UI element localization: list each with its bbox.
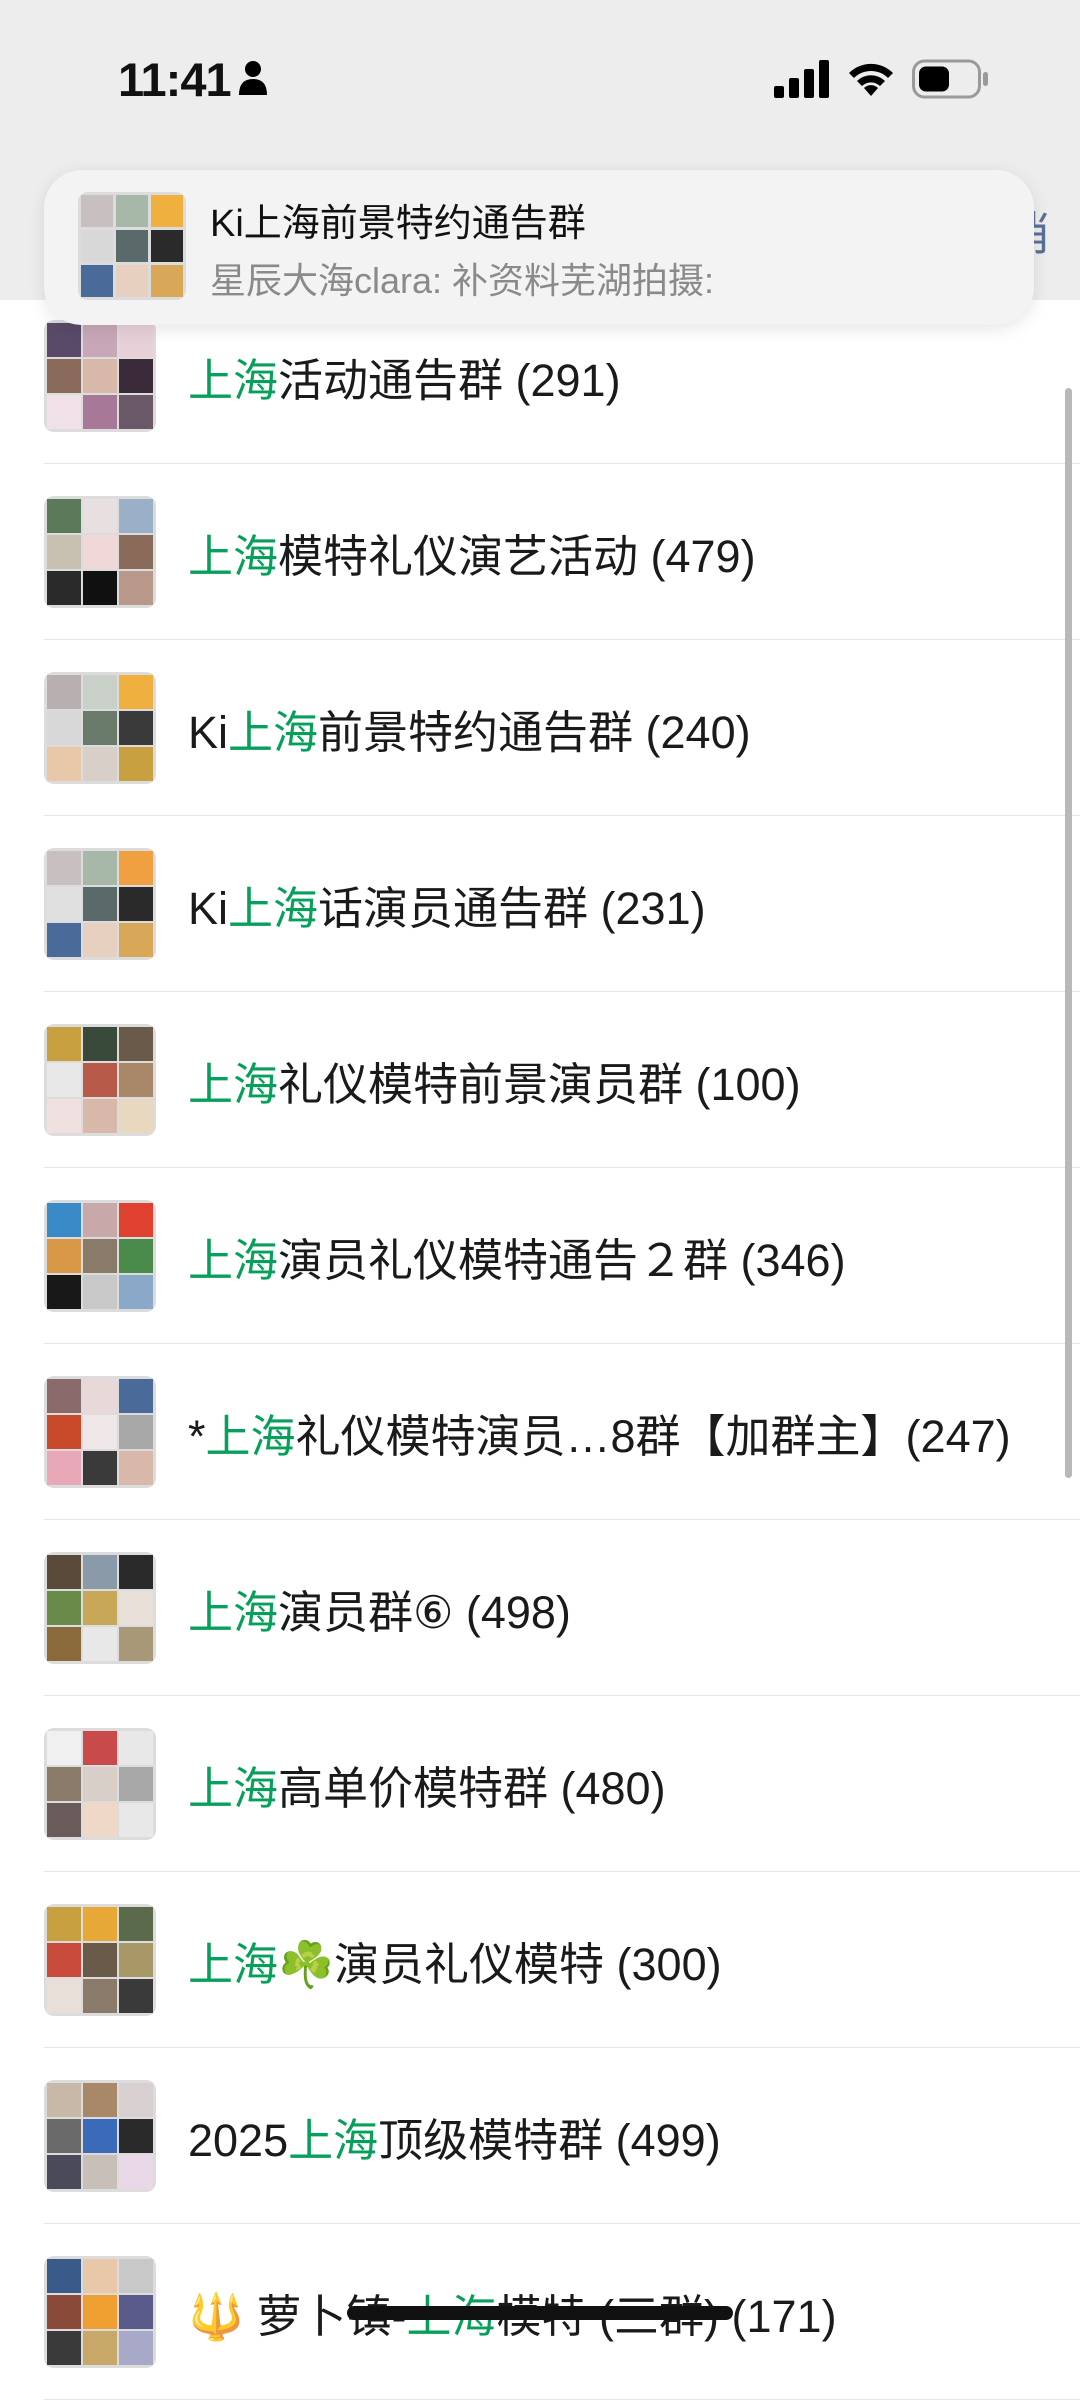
group-name-text: 2025 [188, 2115, 289, 2166]
group-name: 上海高单价模特群 (480) [188, 1752, 666, 1817]
status-time: 11:41 [118, 53, 232, 106]
group-avatar [44, 1904, 156, 2016]
group-avatar [44, 496, 156, 608]
group-name: 2025上海顶级模特群 (499) [188, 2104, 721, 2169]
notification-body: 星辰大海clara: 补资料芜湖拍摄: [210, 260, 715, 301]
group-name-text: 礼仪模特前景演员群 (100) [278, 1059, 801, 1110]
group-name: Ki上海话演员通告群 (231) [188, 872, 706, 937]
search-highlight: 上海 [188, 355, 279, 406]
group-avatar [44, 1376, 156, 1488]
group-avatar [44, 1024, 156, 1136]
group-row[interactable]: 上海☘️演员礼仪模特 (300) [0, 1872, 1080, 2048]
group-avatar [44, 1552, 156, 1664]
group-name: 上海活动通告群 (291) [188, 344, 621, 409]
wifi-icon [849, 63, 893, 96]
group-row[interactable]: 上海礼仪模特前景演员群 (100) [0, 992, 1080, 1168]
group-row[interactable]: 上海演员群⑥ (498) [0, 1520, 1080, 1696]
cellular-signal-icon [774, 60, 829, 98]
group-name-text: 前景特约通告群 (240) [318, 707, 751, 758]
group-name: *上海礼仪模特演员…8群【加群主】(247) [188, 1400, 1011, 1465]
search-highlight: 上海 [188, 1059, 279, 1110]
group-name: 上海模特礼仪演艺活动 (479) [188, 520, 756, 585]
group-name-text: ☘️演员礼仪模特 (300) [278, 1939, 722, 1990]
group-avatar [44, 1200, 156, 1312]
group-avatar [44, 672, 156, 784]
group-name-text: 活动通告群 (291) [278, 355, 621, 406]
group-row[interactable]: 2025上海顶级模特群 (499) [0, 2048, 1080, 2224]
battery-icon [912, 59, 988, 99]
search-highlight: 上海 [288, 2115, 379, 2166]
group-row[interactable]: 上海演员礼仪模特通告２群 (346) [0, 1168, 1080, 1344]
group-name-text: 模特礼仪演艺活动 (479) [278, 531, 756, 582]
group-avatar [44, 848, 156, 960]
group-avatar [44, 320, 156, 432]
search-highlight: 上海 [188, 1763, 279, 1814]
group-search-results: 上海活动通告群 (291) 上海模特礼仪演艺活动 (479) Ki上海前景特约通告群… [0, 288, 1080, 2400]
group-name: 上海演员礼仪模特通告２群 (346) [188, 1224, 846, 1289]
group-name: 上海☘️演员礼仪模特 (300) [188, 1928, 722, 1993]
group-name-text: 演员礼仪模特通告２群 (346) [278, 1235, 846, 1286]
group-name-text: 话演员通告群 (231) [318, 883, 706, 934]
group-name: Ki上海前景特约通告群 (240) [188, 696, 751, 761]
search-highlight: 上海 [228, 707, 319, 758]
notification-title: Ki上海前景特约通告群 [210, 203, 586, 245]
group-row[interactable]: 上海高单价模特群 (480) [0, 1696, 1080, 1872]
home-indicator[interactable] [347, 2306, 733, 2320]
group-name-text: 高单价模特群 (480) [278, 1763, 666, 1814]
group-name-text: 顶级模特群 (499) [378, 2115, 721, 2166]
group-name-text: Ki [188, 883, 229, 934]
group-row[interactable]: Ki上海话演员通告群 (231) [0, 816, 1080, 992]
group-row[interactable]: Ki上海前景特约通告群 (240) [0, 640, 1080, 816]
search-highlight: 上海 [188, 1235, 279, 1286]
message-notification-banner[interactable]: Ki上海前景特约通告群 星辰大海clara: 补资料芜湖拍摄: [44, 170, 1034, 325]
group-name-text: * [188, 1411, 206, 1462]
group-name: 上海演员群⑥ (498) [188, 1576, 571, 1641]
group-avatar [44, 2256, 156, 2368]
search-highlight: 上海 [228, 883, 319, 934]
group-row[interactable]: *上海礼仪模特演员…8群【加群主】(247) [0, 1344, 1080, 1520]
search-highlight: 上海 [188, 1939, 279, 1990]
group-row[interactable]: 上海模特礼仪演艺活动 (479) [0, 464, 1080, 640]
search-highlight: 上海 [188, 1587, 279, 1638]
group-name-text: 礼仪模特演员…8群【加群主】(247) [295, 1411, 1011, 1462]
scrollbar[interactable] [1065, 388, 1072, 1478]
search-highlight: 上海 [205, 1411, 296, 1462]
group-name: 上海礼仪模特前景演员群 (100) [188, 1048, 801, 1113]
person-icon [239, 61, 267, 95]
group-name-text: 演员群⑥ (498) [278, 1587, 571, 1638]
group-avatar [44, 2080, 156, 2192]
group-name-text: Ki [188, 707, 229, 758]
search-highlight: 上海 [188, 531, 279, 582]
notification-group-avatar [78, 192, 186, 300]
group-avatar [44, 1728, 156, 1840]
